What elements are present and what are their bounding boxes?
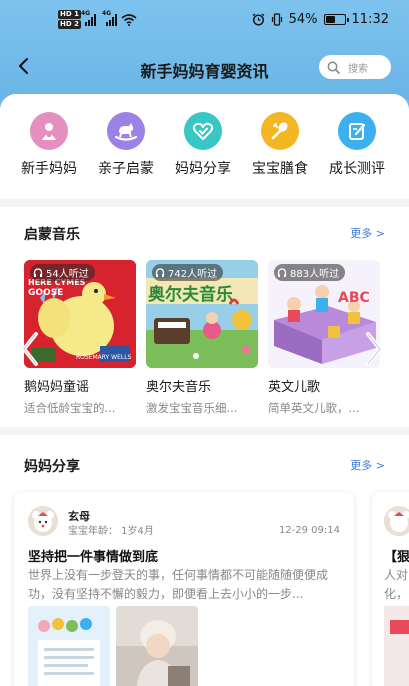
music-title: 鹅妈妈童谣 bbox=[24, 380, 90, 395]
music-section-title: 启蒙音乐 bbox=[24, 227, 80, 243]
chevron-right-icon bbox=[366, 332, 382, 366]
system-indicators: 54% 11:32 bbox=[252, 12, 389, 27]
nav-bar: 新手妈妈育婴资讯 搜索 bbox=[0, 46, 409, 90]
music-more-link[interactable]: 更多 > bbox=[350, 225, 385, 241]
baby-age: 宝宝年龄： 1岁4月 bbox=[68, 526, 154, 537]
battery-percent: 54% bbox=[288, 12, 318, 27]
network-type-1: 4G bbox=[80, 9, 91, 17]
music-desc: 激发宝宝音乐细... bbox=[146, 401, 238, 415]
hd-1-badge: HD 1 bbox=[58, 10, 81, 19]
category-mom-share[interactable]: 妈妈分享 bbox=[164, 112, 242, 178]
music-card-orff[interactable]: 奥尔夫音乐 742人听过 奥尔夫音乐 激发宝宝音乐细... bbox=[146, 260, 258, 416]
search-input[interactable]: 搜索 bbox=[319, 55, 391, 79]
divider bbox=[0, 199, 409, 207]
cover-text: 奥尔夫音乐 bbox=[148, 285, 233, 305]
category-label: 妈妈分享 bbox=[175, 161, 231, 177]
post-card[interactable]: 玄母 宝宝年龄： 1岁4月 12-29 09:14 坚持把一件事情做到底 世界上… bbox=[14, 492, 354, 686]
post-body-line: 化， bbox=[384, 587, 409, 601]
network-indicators: HD 1 HD 2 4G 4G bbox=[58, 10, 137, 29]
headphones-icon bbox=[277, 267, 287, 277]
category-label: 成长测评 bbox=[329, 161, 385, 177]
headphones-icon bbox=[33, 267, 43, 277]
wifi-icon bbox=[121, 13, 137, 26]
music-title: 奥尔夫音乐 bbox=[146, 380, 212, 395]
mom-icon bbox=[30, 112, 68, 150]
music-desc: 适合低龄宝宝的... bbox=[24, 401, 116, 415]
category-growth-test[interactable]: 成长测评 bbox=[318, 112, 396, 178]
edit-icon bbox=[338, 112, 376, 150]
hd-2-badge: HD 2 bbox=[58, 20, 81, 29]
main-content: 新手妈妈 亲子启蒙 妈妈分享 宝宝膳食 成长测评 启蒙音乐 更多 > HERE … bbox=[0, 94, 409, 686]
status-bar: HD 1 HD 2 4G 4G 54% 11:32 bbox=[0, 0, 409, 44]
battery-icon bbox=[323, 14, 349, 25]
category-parent-child[interactable]: 亲子启蒙 bbox=[87, 112, 165, 178]
share-section-title: 妈妈分享 bbox=[24, 459, 80, 475]
headphones-icon bbox=[155, 267, 165, 277]
post-time: 12-29 09:14 bbox=[278, 525, 340, 536]
listen-count-badge: 54人听过 bbox=[30, 264, 95, 281]
avatar bbox=[28, 506, 58, 536]
divider bbox=[0, 427, 409, 435]
alarm-icon bbox=[252, 13, 265, 26]
category-label: 宝宝膳食 bbox=[252, 161, 308, 177]
post-image[interactable] bbox=[384, 606, 409, 686]
listen-count-badge: 742人听过 bbox=[152, 264, 224, 281]
header: HD 1 HD 2 4G 4G 54% 11:32 新手妈妈育婴资讯 搜索 bbox=[0, 0, 409, 100]
carousel-prev-button[interactable] bbox=[18, 330, 42, 368]
spoon-icon bbox=[261, 112, 299, 150]
search-icon bbox=[327, 61, 340, 74]
avatar bbox=[384, 506, 409, 536]
signal-2-icon: 4G bbox=[102, 10, 117, 26]
post-body: 世界上没有一步登天的事，任何事情都不可能随随便便成功，没有坚持不懈的毅力，即便看… bbox=[28, 568, 329, 601]
cover-text: ABC bbox=[338, 290, 370, 306]
rocking-horse-icon bbox=[107, 112, 145, 150]
music-desc: 简单英文儿歌，... bbox=[268, 401, 360, 415]
listen-count: 883人听过 bbox=[290, 269, 340, 280]
cover-text: GOOSE bbox=[28, 288, 64, 298]
post-card-next[interactable]: 【狠 人对 化， bbox=[372, 492, 409, 686]
carousel-next-button[interactable] bbox=[362, 330, 386, 368]
chevron-left-icon bbox=[22, 332, 38, 366]
post-title: 坚持把一件事情做到底 bbox=[28, 550, 159, 565]
music-title: 英文儿歌 bbox=[268, 380, 321, 395]
post-body-line: 人对 bbox=[384, 568, 409, 582]
post-title: 【狠 bbox=[384, 550, 409, 565]
category-baby-food[interactable]: 宝宝膳食 bbox=[241, 112, 319, 178]
category-grid: 新手妈妈 亲子启蒙 妈妈分享 宝宝膳食 成长测评 bbox=[0, 112, 409, 198]
clock: 11:32 bbox=[351, 12, 389, 27]
network-type-2: 4G bbox=[101, 9, 112, 17]
listen-count-badge: 883人听过 bbox=[274, 264, 346, 281]
heart-share-icon bbox=[184, 112, 222, 150]
category-label: 新手妈妈 bbox=[21, 161, 77, 177]
listen-count: 742人听过 bbox=[168, 269, 218, 280]
post-image-1[interactable] bbox=[28, 606, 110, 686]
search-placeholder: 搜索 bbox=[348, 63, 368, 75]
listen-count: 54人听过 bbox=[46, 269, 89, 280]
orff-music-cover: 奥尔夫音乐 742人听过 bbox=[146, 260, 258, 368]
category-label: 亲子启蒙 bbox=[98, 161, 154, 177]
share-more-link[interactable]: 更多 > bbox=[350, 457, 385, 473]
signal-1-icon: 4G bbox=[81, 10, 96, 26]
post-image-2[interactable] bbox=[116, 606, 198, 686]
vibrate-icon bbox=[271, 13, 282, 26]
cover-text: ROSEMARY WELLS bbox=[76, 354, 132, 361]
category-new-mom[interactable]: 新手妈妈 bbox=[10, 112, 88, 178]
